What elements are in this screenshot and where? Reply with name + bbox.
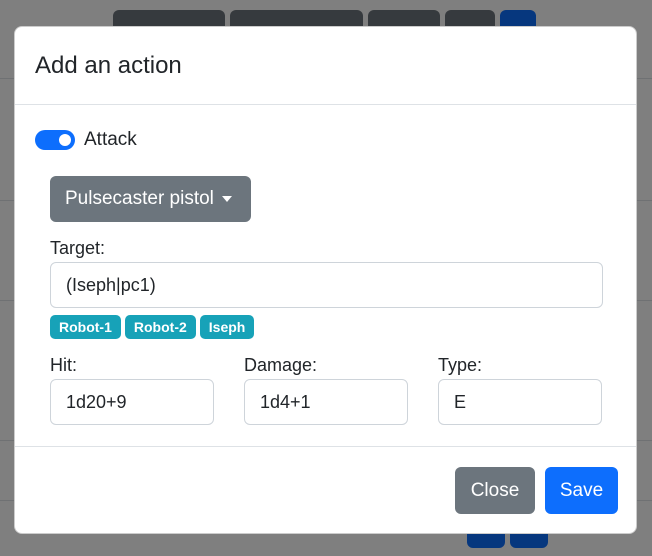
close-button[interactable]: Close <box>455 467 535 514</box>
target-label: Target: <box>50 238 106 258</box>
modal-header: Add an action <box>15 27 636 105</box>
damage-input[interactable] <box>244 379 408 425</box>
caret-down-icon <box>221 196 232 202</box>
toggle-knob <box>59 134 71 146</box>
hit-input[interactable] <box>50 379 214 425</box>
attack-toggle[interactable] <box>35 130 75 150</box>
type-input[interactable] <box>438 379 602 425</box>
weapon-dropdown-label: Pulsecaster pistol <box>65 188 214 209</box>
target-badge-robot-1[interactable]: Robot-1 <box>50 315 121 339</box>
damage-label: Damage: <box>244 355 318 375</box>
attack-toggle-label[interactable]: Attack <box>84 129 137 151</box>
modal-title: Add an action <box>35 51 182 79</box>
add-action-dialog: Add an action Attack Pulsecaster pistol … <box>14 26 637 534</box>
target-input[interactable] <box>50 262 603 308</box>
modal-body: Attack Pulsecaster pistol Target: Robot-… <box>15 105 636 447</box>
save-button[interactable]: Save <box>545 467 618 514</box>
hit-label: Hit: <box>50 355 77 375</box>
target-badge-iseph[interactable]: Iseph <box>199 315 255 339</box>
target-badge-robot-2[interactable]: Robot-2 <box>124 315 196 339</box>
target-suggestions: Robot-1 Robot-2 Iseph <box>50 315 255 339</box>
type-label: Type: <box>438 355 483 375</box>
weapon-dropdown[interactable]: Pulsecaster pistol <box>50 176 251 222</box>
modal-footer: Close Save <box>15 447 636 535</box>
